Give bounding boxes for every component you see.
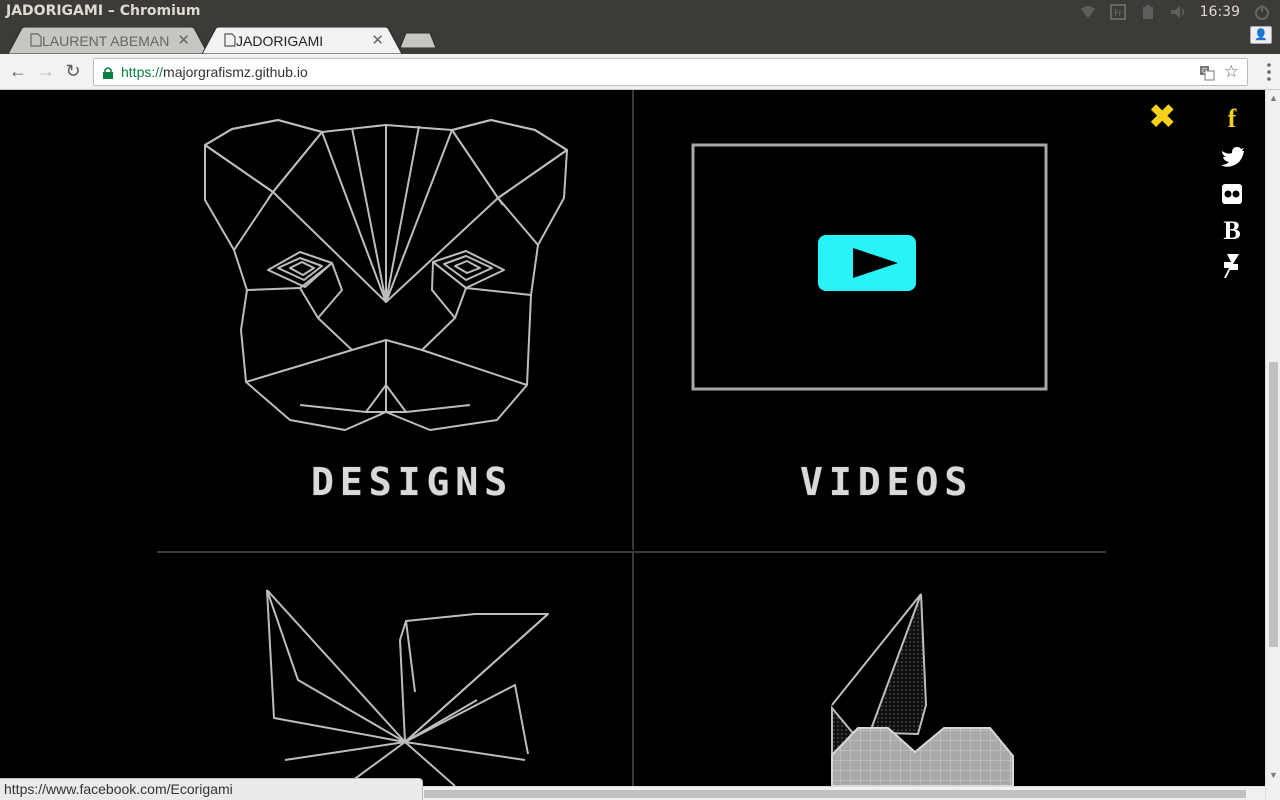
social-links: f B — [1218, 104, 1246, 289]
window-title: JADORIGAMI – Chromium — [6, 3, 201, 19]
browser-toolbar: ← → ↻ https://majorgrafismz.github.io G … — [0, 54, 1280, 90]
link-status-bubble: https://www.facebook.com/Ecorigami — [0, 778, 423, 800]
url-host: majorgrafismz.github.io — [163, 64, 308, 80]
page-icon — [224, 33, 236, 47]
close-menu-icon[interactable]: ✖ — [1148, 100, 1177, 134]
url-text[interactable]: https://majorgrafismz.github.io — [121, 64, 308, 80]
svg-text:Fr: Fr — [1114, 9, 1123, 19]
tab-strip: LAURENT ABEMAN ✕ JADORIGAMI ✕ 👤 — [0, 24, 1280, 54]
twitter-icon[interactable] — [1218, 141, 1246, 178]
lock-icon[interactable] — [102, 66, 114, 80]
svg-text:G: G — [1202, 67, 1207, 75]
menu-icon[interactable] — [1267, 63, 1271, 81]
gallery-tile[interactable] — [157, 552, 633, 786]
products-tile[interactable] — [634, 552, 1106, 786]
designs-tile[interactable]: DESIGNS — [157, 90, 633, 550]
profile-button[interactable]: 👤 — [1250, 26, 1272, 44]
keyboard-icon[interactable]: Fr — [1109, 4, 1126, 20]
volume-icon[interactable] — [1170, 4, 1186, 20]
scroll-up-icon[interactable]: ▲ — [1269, 93, 1278, 103]
deviantart-icon[interactable] — [1218, 252, 1246, 289]
origami-shape-illustration — [831, 593, 1014, 786]
back-button[interactable]: ← — [8, 62, 28, 82]
videos-label[interactable]: VIDEOS — [800, 460, 973, 504]
close-tab-icon[interactable]: ✕ — [177, 31, 190, 49]
translate-icon[interactable]: G — [1199, 65, 1215, 81]
forward-button[interactable]: → — [36, 62, 56, 82]
page-viewport: DESIGNS VIDEOS ✖ f B — [0, 90, 1265, 786]
reload-button[interactable]: ↻ — [63, 62, 83, 82]
designs-label[interactable]: DESIGNS — [311, 460, 513, 504]
scroll-down-icon[interactable]: ▼ — [1269, 770, 1278, 780]
flickr-icon[interactable] — [1218, 178, 1246, 215]
tab-laurent-abeman[interactable]: LAURENT ABEMAN ✕ — [8, 27, 208, 54]
system-tray: Fr 16:39 — [1080, 0, 1270, 24]
tab-label: JADORIGAMI — [236, 32, 324, 49]
power-icon[interactable] — [1254, 4, 1270, 20]
window-title-bar: JADORIGAMI – Chromium Fr 16:39 — [0, 0, 1280, 24]
wifi-icon[interactable] — [1080, 4, 1096, 20]
address-bar[interactable]: https://majorgrafismz.github.io G ☆ — [93, 58, 1248, 86]
new-tab-button[interactable] — [400, 32, 436, 48]
videos-tile[interactable]: VIDEOS — [634, 90, 1106, 550]
url-scheme: https:// — [121, 64, 164, 80]
vertical-scrollbar[interactable]: ▲ ▼ — [1265, 90, 1280, 800]
clock[interactable]: 16:39 — [1200, 4, 1240, 20]
person-icon: 👤 — [1254, 29, 1268, 41]
page-icon — [30, 33, 42, 47]
scrollbar-thumb[interactable] — [424, 790, 1246, 798]
battery-icon[interactable] — [1140, 4, 1156, 20]
origami-bird-illustration — [266, 589, 549, 786]
facebook-icon[interactable]: f — [1218, 104, 1246, 141]
tab-label: LAURENT ABEMAN — [42, 32, 170, 49]
scrollbar-thumb[interactable] — [1269, 362, 1278, 647]
behance-icon[interactable]: B — [1218, 215, 1246, 252]
tab-jadorigami[interactable]: JADORIGAMI ✕ — [202, 27, 402, 54]
bookmark-star-icon[interactable]: ☆ — [1224, 62, 1239, 82]
close-tab-icon[interactable]: ✕ — [371, 31, 384, 49]
